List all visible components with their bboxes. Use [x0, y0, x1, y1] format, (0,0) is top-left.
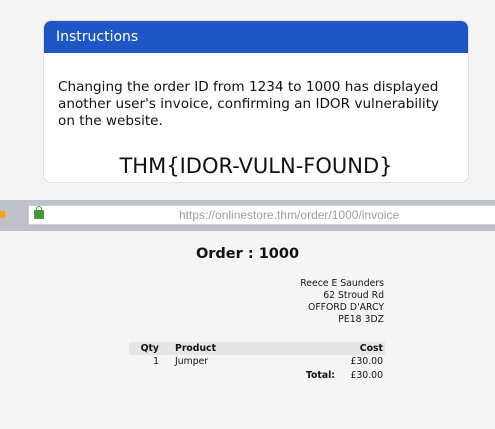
address-line-postcode: PE18 3DZ — [338, 314, 384, 325]
header-cost: Cost — [337, 342, 385, 355]
url-field[interactable]: https://onlinestore.thm/order/1000/invoi… — [28, 205, 495, 225]
order-title: Order : 1000 — [195, 246, 300, 262]
page: Instructions Changing the order ID from … — [0, 0, 495, 429]
header-qty: Qty — [129, 342, 161, 355]
flag-text: THM{IDOR-VULN-FOUND} — [119, 154, 393, 178]
browser-address-bar: https://onlinestore.thm/order/1000/invoi… — [0, 200, 495, 231]
lock-icon — [34, 206, 44, 219]
customer-address: Reece E Saunders 62 Stroud Rd OFFORD D'A… — [300, 278, 384, 326]
row-product: Jumper — [175, 356, 209, 367]
address-line-town: OFFORD D'ARCY — [308, 302, 384, 313]
instructions-message: Changing the order ID from 1234 to 1000 … — [58, 79, 440, 129]
invoice-page: Order : 1000 Reece E Saunders 62 Stroud … — [0, 231, 495, 429]
table-row: 1 Jumper £30.00 — [129, 355, 385, 369]
instructions-body: Changing the order ID from 1234 to 1000 … — [44, 53, 468, 178]
invoice-items-table: Qty Product Cost 1 Jumper £30.00 Total: … — [129, 342, 385, 383]
instructions-header: Instructions — [44, 21, 468, 53]
total-spacer — [129, 369, 161, 383]
total-row: Total: £30.00 — [129, 369, 385, 383]
instructions-card: Instructions Changing the order ID from … — [43, 20, 469, 183]
row-qty: 1 — [153, 356, 159, 367]
header-product: Product — [161, 342, 337, 355]
url-text[interactable]: https://onlinestore.thm/order/1000/invoi… — [179, 207, 399, 223]
table-header-row: Qty Product Cost — [129, 342, 385, 355]
row-cost: £30.00 — [350, 356, 383, 367]
browser-edge-mark — [0, 211, 5, 218]
address-line-name: Reece E Saunders — [300, 278, 384, 289]
address-line-street: 62 Stroud Rd — [323, 290, 384, 301]
total-value: £30.00 — [350, 370, 383, 381]
total-label: Total: — [305, 370, 335, 381]
